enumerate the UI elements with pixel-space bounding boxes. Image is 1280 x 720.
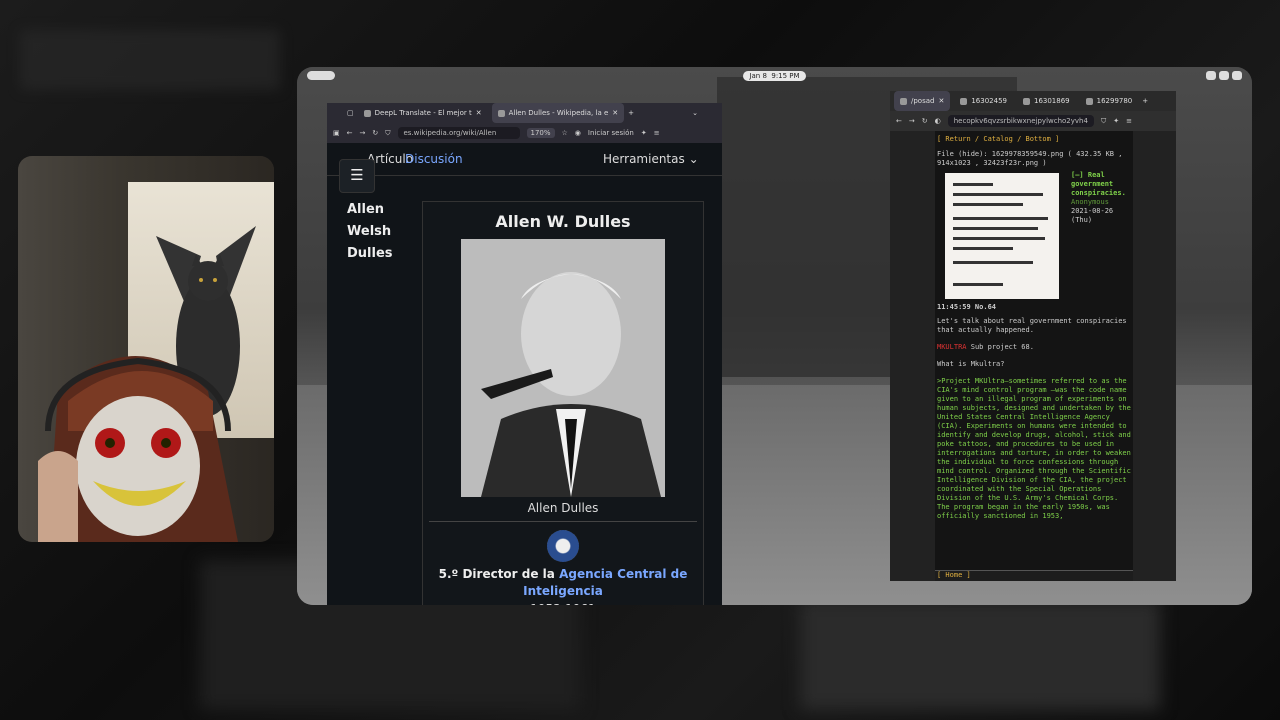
page-tabs: Artículo Discusión Herramientas ⌄ [327,143,722,176]
tab-posad[interactable]: /posad ✕ [894,91,951,111]
chevron-down-icon: ⌄ [688,152,699,166]
wikipedia-page: Artículo Discusión Herramientas ⌄ ☰ Alle… [327,143,722,605]
portrait-photo[interactable] [461,239,665,497]
list-icon: ☰ [350,166,364,184]
greentext-quote: >Project MKUltra—sometimes referred to a… [937,377,1131,520]
thread-page: [ Return / Catalog / Bottom ] File (hide… [935,131,1133,581]
file-info: File (hide): 1629978359549.png ( 432.35 … [937,150,1123,167]
close-icon[interactable]: ✕ [938,97,944,105]
imageboard-browser: /posad ✕ 16302459 16301869 16299780 + ← →… [890,91,1176,581]
reload-icon[interactable]: ↻ [372,129,378,137]
sub-line: MKULTRA Sub project 68. [935,343,1133,352]
home-link[interactable]: [ Home ] [935,570,1133,581]
cia-seal-icon [547,530,579,562]
post-number[interactable]: 11:45:59 No.64 [935,303,1133,312]
new-tab-icon[interactable]: + [1142,97,1148,105]
tab-wikipedia[interactable]: Allen Dulles - Wikipedia, la e ✕ [491,103,625,123]
menu-icon[interactable]: ≡ [654,129,660,137]
tab-label: 16301869 [1033,97,1070,105]
tor-icon[interactable]: ◐ [935,117,941,125]
office-title: 5.º Director de la Agencia Central de In… [423,566,703,600]
new-tab-icon[interactable]: + [628,109,634,117]
date-label: Jan 8 [749,72,767,80]
address-bar[interactable]: hecopkv6qvzsrbikwxnejpylwcho2yvh4 [947,115,1094,127]
tab-label: 16302459 [971,97,1007,105]
top-panel: Jan 8 9:15 PM [297,67,1252,85]
post-subject: [–] Real government conspiracies. [1071,171,1126,197]
tab-thread-3[interactable]: 16299780 [1080,91,1139,111]
question: What is Mkultra? [937,360,1005,368]
zoom-badge[interactable]: 170% [526,128,555,138]
tab-list-icon[interactable]: ▢ [347,109,354,117]
thread-nav-links[interactable]: [ Return / Catalog / Bottom ] [935,135,1133,144]
tab-thread-2[interactable]: 16301869 [1017,91,1076,111]
forward-icon[interactable]: → [360,129,366,137]
back-icon[interactable]: ← [347,129,353,137]
tools-menu[interactable]: Herramientas ⌄ [603,152,699,166]
close-icon[interactable]: ✕ [476,109,482,117]
webcam-overlay [18,156,274,542]
office-prefix: 5.º Director de la [438,567,555,581]
menu-icon[interactable]: ≡ [1126,117,1132,125]
post-body: 11:45:59 No.64 Let's talk about real gov… [935,303,1133,557]
office-years: 1953-1961 [423,602,703,605]
shield-icon[interactable]: ⛉ [1101,117,1106,126]
masked-streamer [38,356,238,542]
post-date: 2021-08-26 (Thu) [1071,207,1114,224]
nav-bar: ← → ↻ ◐ hecopkv6qvzsrbikwxnejpylwcho2yvh… [890,111,1176,131]
wikipedia-browser: ▢ DeepL Translate - El mejor t ✕ Allen D… [327,103,722,605]
page-title: Allen Welsh Dulles [347,202,393,261]
time-label: 9:15 PM [771,72,800,80]
post-intro: Let's talk about real government conspir… [937,317,1127,334]
photo-caption: Allen Dulles [527,501,599,515]
deepl-icon [363,109,371,117]
tab-discussion[interactable]: Discusión [405,152,463,166]
nav-bar: ▣ ← → ↻ ⛉ es.wikipedia.org/wiki/Allen 17… [327,123,722,143]
extension-icon[interactable]: ✦ [1113,117,1119,125]
shield-icon[interactable]: ⛉ [385,129,390,138]
site-icon [960,97,968,105]
tab-label: DeepL Translate - El mejor t [374,109,472,117]
toc-menu-button[interactable]: ☰ [339,159,375,193]
sub-text: Sub project 68. [970,343,1034,351]
infobox: Allen W. Dulles Allen Dulles 5.º Directo… [422,201,704,605]
chevron-down-icon[interactable]: ⌄ [692,109,698,117]
extension-icon[interactable]: ✦ [641,129,647,137]
reload-icon[interactable]: ↻ [922,117,928,125]
tab-bar: ▢ DeepL Translate - El mejor t ✕ Allen D… [327,103,722,123]
site-icon [1085,97,1093,105]
home-label: [ Home ] [937,571,971,579]
account-icon[interactable]: ◉ [575,129,581,137]
desktop-screen: Jan 8 9:15 PM ▢ DeepL Translate - El mej… [297,67,1252,605]
tab-thread-1[interactable]: 16302459 [954,91,1013,111]
tab-label: Allen Dulles - Wikipedia, la e [508,109,609,117]
post-author: Anonymous [1071,198,1109,206]
system-tray[interactable] [1206,71,1242,80]
tab-label: 16299780 [1096,97,1133,105]
post-meta: [–] Real government conspiracies. Anonym… [1069,171,1133,225]
site-icon [900,97,907,105]
wikipedia-icon [497,109,505,117]
tab-deepl[interactable]: DeepL Translate - El mejor t ✕ [358,103,488,123]
spoiler-label: MKULTRA [937,343,967,351]
signin-label[interactable]: Iniciar sesión [588,129,634,137]
tab-label: /posad [911,97,935,105]
back-icon[interactable]: ← [896,117,902,125]
sidebar-icon[interactable]: ▣ [333,129,340,137]
star-icon[interactable]: ☆ [562,129,568,137]
tab-bar: /posad ✕ 16302459 16301869 16299780 + [890,91,1176,111]
tools-label: Herramientas [603,152,685,166]
clock[interactable]: Jan 8 9:15 PM [743,71,806,81]
forward-icon[interactable]: → [909,117,915,125]
site-icon [1022,97,1030,105]
close-icon[interactable]: ✕ [612,109,618,117]
address-bar[interactable]: es.wikipedia.org/wiki/Allen [397,127,520,139]
infobox-title: Allen W. Dulles [495,212,631,231]
activities-button[interactable] [307,71,335,80]
document-thumbnail[interactable] [945,173,1059,299]
